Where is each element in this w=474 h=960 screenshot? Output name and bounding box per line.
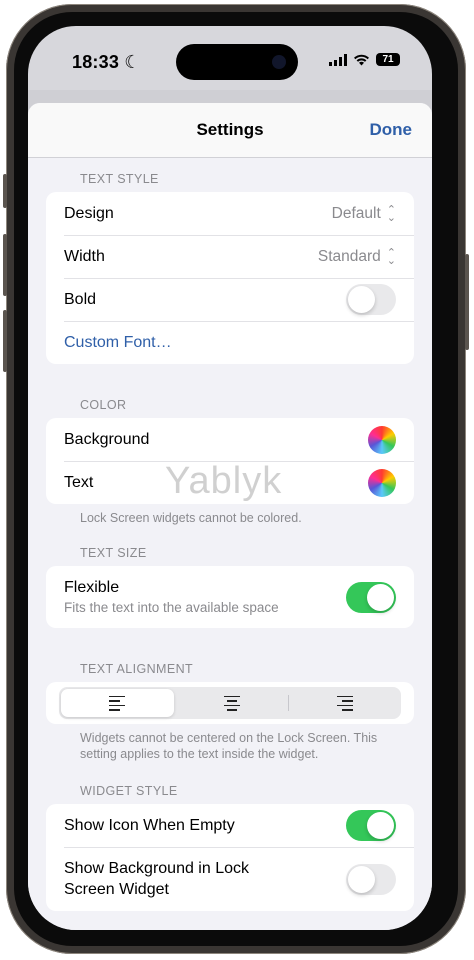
background-color-label: Background xyxy=(64,430,150,448)
width-row[interactable]: Width Standard ⌃ ⌄ xyxy=(46,235,414,278)
design-row[interactable]: Design Default ⌃ ⌄ xyxy=(46,192,414,235)
moon-icon: ☾ xyxy=(124,52,141,72)
show-icon-label: Show Icon When Empty xyxy=(64,816,235,834)
center-align-icon xyxy=(224,695,240,711)
width-value[interactable]: Standard ⌃ ⌄ xyxy=(318,246,396,267)
dynamic-island xyxy=(176,44,298,80)
camera-icon xyxy=(272,55,286,69)
alignment-footer: Widgets cannot be centered on the Lock S… xyxy=(80,731,378,761)
volume-down-button xyxy=(3,310,7,372)
alignment-segmented-control xyxy=(59,687,401,719)
widget-style-group: Show Icon When Empty Show Background in … xyxy=(46,804,414,911)
status-bar: 18:33 ☾ 71 xyxy=(28,26,432,90)
volume-up-button xyxy=(3,234,7,296)
right-align-icon xyxy=(336,695,353,711)
toggle-knob xyxy=(348,865,375,893)
bold-row: Bold xyxy=(46,278,414,321)
toggle-knob xyxy=(367,583,394,611)
text-color-label: Text xyxy=(64,473,94,491)
text-size-group: Flexible Fits the text into the availabl… xyxy=(46,566,414,628)
color-footer: Lock Screen widgets cannot be colored. xyxy=(80,511,302,525)
status-time: 18:33 ☾ xyxy=(72,52,141,72)
color-wheel-icon[interactable] xyxy=(368,425,396,454)
section-header-text-alignment: TEXT ALIGNMENT xyxy=(80,662,194,676)
design-label: Design xyxy=(64,204,114,222)
action-button xyxy=(3,174,7,208)
chevron-updown-icon: ⌃ ⌄ xyxy=(386,203,396,224)
design-value[interactable]: Default ⌃ ⌄ xyxy=(332,203,396,224)
toggle-knob xyxy=(348,286,375,313)
text-style-group: Design Default ⌃ ⌄ Width Standard ⌃ ⌄ Bold C… xyxy=(46,192,414,364)
flexible-label: Flexible xyxy=(64,579,120,596)
watermark: Yablyk xyxy=(165,460,283,502)
width-label: Width xyxy=(64,247,105,265)
done-button[interactable]: Done xyxy=(370,120,413,140)
text-alignment-group xyxy=(46,682,414,724)
settings-sheet: Settings Done TEXT STYLE Design Default ⌃… xyxy=(28,103,432,930)
navigation-bar: Settings Done xyxy=(28,103,432,158)
status-icons: 71 xyxy=(329,53,400,66)
section-header-text-size: TEXT SIZE xyxy=(80,546,147,560)
custom-font-link[interactable]: Custom Font… xyxy=(64,334,172,352)
flexible-toggle[interactable] xyxy=(346,581,396,613)
align-right-segment[interactable] xyxy=(288,687,401,719)
flexible-subtitle: Fits the text into the available space xyxy=(64,600,279,615)
battery-icon: 71 xyxy=(376,53,400,66)
show-background-label: Show Background in Lock Screen Widget xyxy=(64,860,249,898)
signal-icon xyxy=(329,53,347,66)
bold-toggle[interactable] xyxy=(346,284,396,315)
chevron-updown-icon: ⌃ ⌄ xyxy=(386,246,396,267)
align-left-segment[interactable] xyxy=(61,689,174,717)
alignment-segment-wrapper xyxy=(46,682,414,724)
custom-font-row[interactable]: Custom Font… xyxy=(46,321,414,364)
show-icon-toggle[interactable] xyxy=(346,810,396,841)
show-background-toggle[interactable] xyxy=(346,863,396,895)
show-background-row: Show Background in Lock Screen Widget xyxy=(46,847,414,911)
power-button xyxy=(465,254,469,350)
color-wheel-icon[interactable] xyxy=(368,468,396,497)
wifi-icon xyxy=(354,54,369,65)
bold-label: Bold xyxy=(64,290,97,308)
align-center-segment[interactable] xyxy=(176,687,289,719)
show-icon-row: Show Icon When Empty xyxy=(46,804,414,847)
toggle-knob xyxy=(367,812,394,839)
flexible-text: Flexible Fits the text into the availabl… xyxy=(64,579,279,615)
section-header-text-style: TEXT STYLE xyxy=(80,172,159,186)
section-header-color: COLOR xyxy=(80,398,127,412)
background-color-row[interactable]: Background xyxy=(46,418,414,461)
section-header-widget-style: WIDGET STYLE xyxy=(80,784,178,798)
left-align-icon xyxy=(109,695,126,711)
flexible-row: Flexible Fits the text into the availabl… xyxy=(46,566,414,628)
